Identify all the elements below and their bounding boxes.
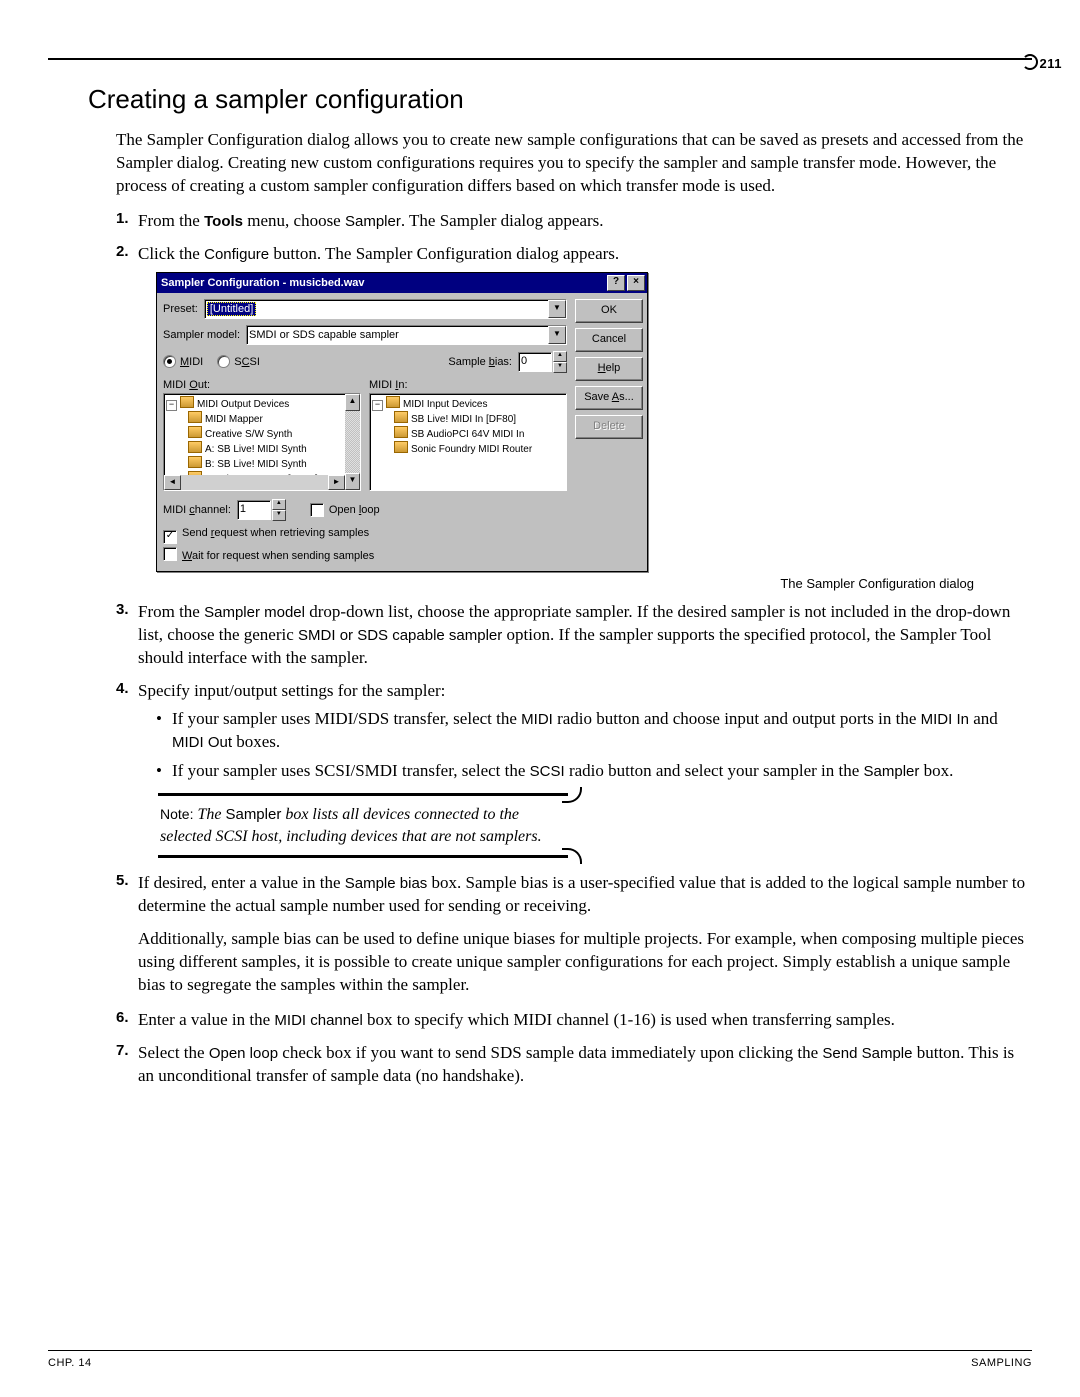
help-button[interactable]: Help [575, 357, 643, 381]
open-loop-label: Open loop [329, 504, 380, 516]
preset-label: Preset: [163, 303, 198, 315]
page-number: 211 [1022, 54, 1062, 71]
chevron-down-icon[interactable]: ▼ [548, 300, 566, 318]
titlebar-help-button[interactable]: ? [607, 275, 625, 291]
scsi-radio[interactable]: SCSISCSI [217, 355, 260, 368]
save-as-button[interactable]: Save As... [575, 386, 643, 410]
figure-caption: The Sampler Configuration dialog [138, 576, 1032, 591]
intro-paragraph: The Sampler Configuration dialog allows … [116, 129, 1032, 198]
device-icon [188, 426, 202, 438]
device-icon [188, 441, 202, 453]
sampler-model-combo[interactable]: SMDI or SDS capable sampler ▼ [246, 325, 567, 345]
device-icon [188, 456, 202, 468]
midi-out-label: MIDI Out: [163, 379, 361, 391]
device-icon [180, 396, 194, 408]
cancel-button[interactable]: Cancel [575, 328, 643, 352]
sample-bias-spinner[interactable]: ▲▼ [553, 351, 567, 373]
step-3: From the Sampler model drop-down list, c… [116, 601, 1032, 670]
sampler-model-label: Sampler model: [163, 329, 240, 341]
step-4-bullet-1: If your sampler uses MIDI/SDS transfer, … [156, 708, 1032, 754]
sample-bias-label: Sample bias: [448, 356, 512, 368]
heading: Creating a sampler configuration [88, 84, 1032, 115]
delete-button: Delete [575, 415, 643, 439]
wait-request-label: Wait for request when sending samples [182, 550, 374, 562]
step-6: Enter a value in the MIDI channel box to… [116, 1009, 1032, 1032]
note-box: Note: The Sampler box lists all devices … [158, 793, 568, 858]
sample-bias-input[interactable]: 0 [518, 352, 552, 372]
midi-radio[interactable]: MMIDIIDI [163, 355, 203, 368]
step-5: If desired, enter a value in the Sample … [116, 872, 1032, 997]
step-4: Specify input/output settings for the sa… [116, 680, 1032, 859]
chevron-down-icon[interactable]: ▼ [548, 326, 566, 344]
midi-channel-label: MIDI channel: [163, 504, 231, 516]
device-icon [386, 396, 400, 408]
device-icon [394, 411, 408, 423]
preset-combo[interactable]: [Untitled] ▼ [204, 299, 567, 319]
midi-channel-input[interactable]: 1 [237, 500, 271, 520]
ok-button[interactable]: OK [575, 299, 643, 323]
device-icon [394, 441, 408, 453]
step-7: Select the Open loop check box if you wa… [116, 1042, 1032, 1088]
step-1: From the Tools menu, choose Sampler. The… [116, 210, 1032, 233]
midi-in-label: MIDI In: [369, 379, 567, 391]
midi-in-list[interactable]: −MIDI Input Devices SB Live! MIDI In [DF… [369, 393, 567, 491]
send-request-label: Send request when retrieving samples [182, 527, 369, 539]
midi-out-list[interactable]: −MIDI Output Devices MIDI Mapper Creativ… [163, 393, 361, 491]
open-loop-checkbox[interactable] [310, 503, 324, 517]
top-rule [48, 58, 1032, 60]
device-icon [188, 411, 202, 423]
step-4-bullet-2: If your sampler uses SCSI/SMDI transfer,… [156, 760, 1032, 783]
send-request-checkbox[interactable]: ✓ [163, 530, 177, 544]
footer-chapter: CHP. 14 [48, 1357, 92, 1369]
titlebar-close-button[interactable]: × [627, 275, 645, 291]
wait-request-checkbox[interactable] [163, 547, 177, 561]
step-2: Click the Configure button. The Sampler … [116, 243, 1032, 591]
device-icon [394, 426, 408, 438]
sampler-config-dialog: Sampler Configuration - musicbed.wav ? ×… [156, 272, 648, 572]
footer-section: SAMPLING [971, 1357, 1032, 1369]
dialog-title: Sampler Configuration - musicbed.wav [161, 277, 605, 289]
dialog-titlebar[interactable]: Sampler Configuration - musicbed.wav ? × [157, 273, 647, 293]
midi-channel-spinner[interactable]: ▲▼ [272, 499, 286, 521]
